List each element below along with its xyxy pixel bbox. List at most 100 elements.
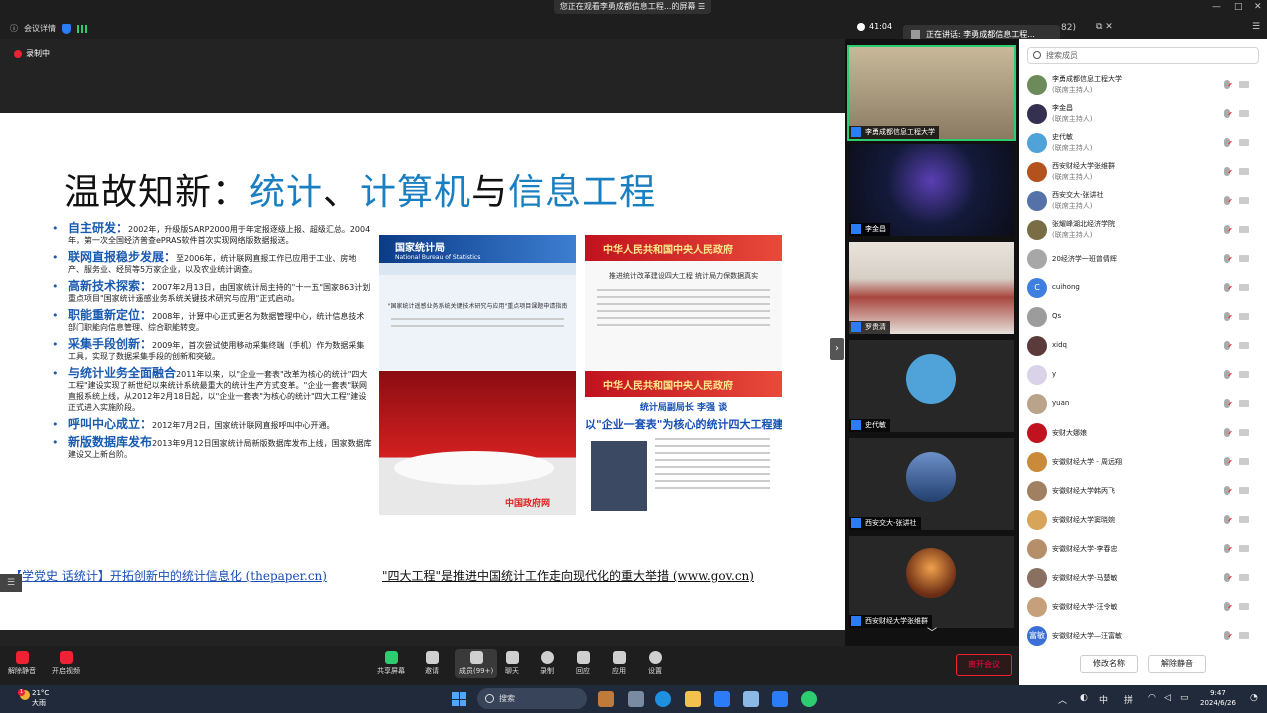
mic-muted-icon[interactable] <box>1224 312 1230 321</box>
member-row[interactable]: 李金昌 (联席主持人) <box>1019 99 1267 128</box>
member-row[interactable]: Qs <box>1019 302 1267 331</box>
chat-button[interactable]: 聊天 <box>505 651 519 676</box>
member-row[interactable]: 安徽财经大学 - 周远翔 <box>1019 447 1267 476</box>
mic-muted-icon[interactable] <box>1224 602 1230 611</box>
meeting-app-icon[interactable] <box>772 691 788 707</box>
camera-icon[interactable] <box>1239 284 1249 291</box>
popout-close[interactable]: ⧉ ✕ <box>1096 22 1113 32</box>
rename-button[interactable]: 修改名称 <box>1080 655 1138 673</box>
member-row[interactable]: 安徽财经大学-汪令敏 <box>1019 592 1267 621</box>
share-screen-button[interactable]: 共享屏幕 <box>377 651 405 676</box>
camera-icon[interactable] <box>1239 371 1249 378</box>
member-row[interactable]: 西安交大-张讲社 (联席主持人) <box>1019 186 1267 215</box>
mic-muted-icon[interactable] <box>1224 515 1230 524</box>
member-row[interactable]: 富敏 安徽财经大学—汪富敏 <box>1019 621 1267 650</box>
camera-icon[interactable] <box>1239 429 1249 436</box>
member-row[interactable]: xidq <box>1019 331 1267 360</box>
video-tile[interactable]: 罗贵清 <box>849 242 1014 334</box>
camera-icon[interactable] <box>1239 400 1249 407</box>
video-tile[interactable]: 李金昌 <box>849 144 1014 236</box>
camera-icon[interactable] <box>1239 545 1249 552</box>
volume-icon[interactable]: ◁ <box>1164 693 1171 703</box>
member-row[interactable]: 史代敏 (联席主持人) <box>1019 128 1267 157</box>
mic-muted-icon[interactable] <box>1224 428 1230 437</box>
mic-muted-icon[interactable] <box>1224 138 1230 147</box>
mic-muted-icon[interactable] <box>1224 109 1230 118</box>
mute-button[interactable]: 解除静音 <box>8 651 36 676</box>
mic-muted-icon[interactable] <box>1224 254 1230 263</box>
member-search-input[interactable]: 搜索成员 <box>1027 47 1259 64</box>
mic-muted-icon[interactable] <box>1224 399 1230 408</box>
store-app-icon[interactable] <box>714 691 730 707</box>
meeting-info[interactable]: ⓘ 会议详情 <box>10 23 87 34</box>
camera-icon[interactable] <box>1239 313 1249 320</box>
mic-muted-icon[interactable] <box>1224 457 1230 466</box>
mic-muted-icon[interactable] <box>1224 631 1230 640</box>
maximize-button[interactable]: □ <box>1234 2 1243 12</box>
member-row[interactable]: Ccuihong <box>1019 273 1267 302</box>
member-row[interactable]: 张耀峰湖北经济学院 (联席主持人) <box>1019 215 1267 244</box>
mic-muted-icon[interactable] <box>1224 370 1230 379</box>
mic-muted-icon[interactable] <box>1224 283 1230 292</box>
members-button[interactable]: 成员(99+) <box>455 649 498 678</box>
tray-chevron-icon[interactable]: ︿ <box>1058 693 1067 706</box>
apps-button[interactable]: 应用 <box>612 651 626 676</box>
photos-app-icon[interactable] <box>743 691 759 707</box>
video-tile[interactable]: 西安财经大学张维群 <box>849 536 1014 628</box>
thepaper-link[interactable]: 【学党史 话统计】开拓创新中的统计信息化 (thepaper.cn) <box>10 567 327 584</box>
member-row[interactable]: 安徽财经大学-李春忠 <box>1019 534 1267 563</box>
member-row[interactable]: 20经济学一班曾倩辉 <box>1019 244 1267 273</box>
record-button[interactable]: 录制 <box>540 651 554 676</box>
ime-pinyin[interactable]: 拼 <box>1124 693 1133 706</box>
camera-icon[interactable] <box>1239 110 1249 117</box>
member-row[interactable]: 安徽财经大学-马楚敏 <box>1019 563 1267 592</box>
mic-muted-icon[interactable] <box>1224 196 1230 205</box>
signal-icon[interactable] <box>77 24 87 33</box>
weather-widget[interactable]: 1 21°C 大雨 <box>18 688 49 708</box>
member-row[interactable]: 安徽财经大学韩丙飞 <box>1019 476 1267 505</box>
close-button[interactable]: ✕ <box>1254 2 1262 12</box>
expand-panel-arrow[interactable]: › <box>830 338 844 360</box>
ime-indicator[interactable]: 中 <box>1099 693 1108 706</box>
mic-muted-icon[interactable] <box>1224 167 1230 176</box>
reaction-button[interactable]: 回应 <box>576 651 590 676</box>
member-row[interactable]: 安徽财经大学窦晓婉 <box>1019 505 1267 534</box>
edge-browser-icon[interactable] <box>655 691 671 707</box>
member-row[interactable]: 李勇成都信息工程大学 (联席主持人) <box>1019 70 1267 99</box>
invite-button[interactable]: 邀请 <box>425 651 439 676</box>
scroll-down-icon[interactable]: ﹀ <box>920 629 944 639</box>
leave-meeting-button[interactable]: 离开会议 <box>956 654 1012 676</box>
camera-icon[interactable] <box>1239 342 1249 349</box>
side-toggle[interactable]: ☰ <box>0 574 22 592</box>
camera-icon[interactable] <box>1239 168 1249 175</box>
mic-muted-icon[interactable] <box>1224 573 1230 582</box>
widget-app-icon[interactable] <box>598 691 614 707</box>
video-tile[interactable]: 史代敏 <box>849 340 1014 432</box>
camera-icon[interactable] <box>1239 139 1249 146</box>
wifi-icon[interactable]: ◠ <box>1148 693 1156 703</box>
camera-icon[interactable] <box>1239 487 1249 494</box>
task-view-icon[interactable] <box>628 691 644 707</box>
video-button[interactable]: 开启视频 <box>52 651 80 676</box>
camera-icon[interactable] <box>1239 632 1249 639</box>
shield-icon[interactable] <box>62 23 71 34</box>
file-explorer-icon[interactable] <box>685 691 701 707</box>
video-tile[interactable]: 李勇成都信息工程大学 <box>847 45 1016 141</box>
wechat-icon[interactable] <box>801 691 817 707</box>
mic-muted-icon[interactable] <box>1224 486 1230 495</box>
member-row[interactable]: y <box>1019 360 1267 389</box>
camera-icon[interactable] <box>1239 226 1249 233</box>
meeting-info-label[interactable]: 会议详情 <box>24 23 56 34</box>
camera-icon[interactable] <box>1239 574 1249 581</box>
camera-icon[interactable] <box>1239 197 1249 204</box>
member-row[interactable]: 安财大娜娘 <box>1019 418 1267 447</box>
camera-icon[interactable] <box>1239 81 1249 88</box>
windows-start-icon[interactable] <box>452 692 466 706</box>
tray-app-icon[interactable]: ◐ <box>1080 693 1088 703</box>
camera-icon[interactable] <box>1239 255 1249 262</box>
member-row[interactable]: 西安财经大学张维群 (联席主持人) <box>1019 157 1267 186</box>
notification-icon[interactable]: ◔ <box>1250 693 1258 703</box>
settings-button[interactable]: 设置 <box>648 651 662 676</box>
share-banner[interactable]: 您正在观看李勇成都信息工程...的屏幕 ☰ <box>554 0 711 14</box>
camera-icon[interactable] <box>1239 458 1249 465</box>
